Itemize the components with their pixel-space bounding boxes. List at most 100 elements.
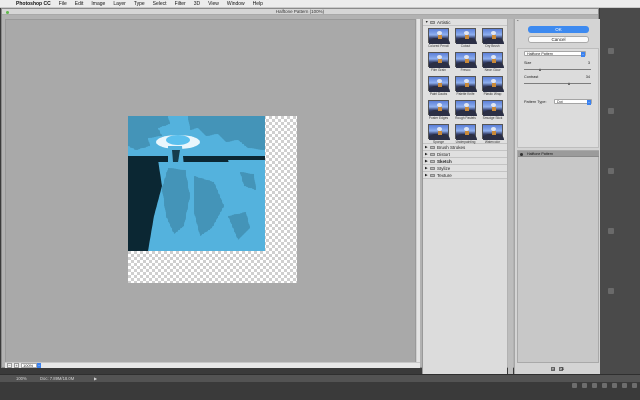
folder-icon bbox=[430, 20, 435, 24]
folder-label: Brush Strokes bbox=[437, 144, 466, 150]
menu-type[interactable]: Type bbox=[134, 1, 145, 7]
filter-thumb-label: Cutout bbox=[460, 44, 471, 48]
chevron-down-icon: ⌄ bbox=[581, 52, 585, 57]
mask-icon[interactable] bbox=[592, 383, 597, 388]
delete-effect-layer-icon[interactable]: ⌫ bbox=[559, 367, 564, 371]
artistic-thumbnail-grid: Colored Pencil Cutout Dry Brush Film Gra… bbox=[423, 26, 507, 144]
cancel-button[interactable]: Cancel bbox=[528, 36, 589, 43]
filter-thumb-palette-knife[interactable]: Palette Knife bbox=[453, 75, 478, 99]
window-zoom-button-icon[interactable] bbox=[6, 10, 9, 14]
menu-window[interactable]: Window bbox=[227, 1, 245, 7]
filter-thumb-label: Colored Pencil bbox=[428, 44, 449, 48]
menu-edit[interactable]: Edit bbox=[75, 1, 84, 7]
menu-image[interactable]: Image bbox=[91, 1, 105, 7]
menu-select[interactable]: Select bbox=[153, 1, 167, 7]
zoom-level-field[interactable]: 100% bbox=[21, 363, 37, 368]
contrast-slider[interactable] bbox=[524, 81, 591, 85]
filter-thumb-label: Plastic Wrap bbox=[483, 92, 502, 96]
folder-icon bbox=[430, 166, 435, 170]
contrast-value[interactable]: 34 bbox=[580, 75, 590, 79]
filter-thumb-rough-pastels[interactable]: Rough Pastels bbox=[453, 99, 478, 123]
dialog-title: Halftone Pattern (100%) bbox=[275, 9, 325, 14]
new-layer-icon[interactable] bbox=[622, 383, 627, 388]
apple-logo-icon[interactable] bbox=[4, 1, 10, 7]
folder-sketch[interactable]: ▶ Sketch bbox=[423, 158, 507, 165]
menu-help[interactable]: Help bbox=[253, 1, 263, 7]
folder-texture[interactable]: ▶ Texture bbox=[423, 172, 507, 179]
eye-visibility-icon[interactable] bbox=[520, 152, 523, 156]
filter-thumb-poster-edges[interactable]: Poster Edges bbox=[426, 99, 451, 123]
filter-thumb-label: Palette Knife bbox=[456, 92, 475, 96]
zoom-out-button[interactable]: − bbox=[7, 363, 12, 368]
folder-icon bbox=[430, 145, 435, 149]
filter-thumb-label: Smudge Stick bbox=[482, 116, 503, 120]
pattern-type-select[interactable]: Dot ⌄ bbox=[554, 99, 592, 105]
filter-preview-thumbnail bbox=[482, 76, 504, 92]
filter-thumb-plastic-wrap[interactable]: Plastic Wrap bbox=[480, 75, 505, 99]
folder-label: Distort bbox=[437, 151, 451, 157]
folder-label: Sketch bbox=[437, 158, 452, 164]
halftone-preview-image[interactable] bbox=[128, 116, 265, 251]
menu-layer[interactable]: Layer bbox=[113, 1, 126, 7]
zoom-in-button[interactable]: + bbox=[14, 363, 19, 368]
size-slider[interactable] bbox=[524, 67, 591, 71]
zoom-dropdown-icon[interactable]: ⌄ bbox=[37, 363, 41, 368]
menu-app-photoshop[interactable]: Photoshop CC bbox=[16, 1, 51, 7]
folder-icon bbox=[430, 159, 435, 163]
filter-thumb-smudge-stick[interactable]: Smudge Stick bbox=[480, 99, 505, 123]
effect-layer-name: Halftone Pattern bbox=[527, 152, 553, 156]
panel-tool-icon[interactable] bbox=[608, 168, 614, 174]
folder-distort[interactable]: ▶ Distort bbox=[423, 151, 507, 158]
filter-preview-thumbnail bbox=[428, 28, 450, 44]
gallery-scrollbar[interactable] bbox=[508, 19, 513, 377]
folder-stylize[interactable]: ▶ Stylize bbox=[423, 165, 507, 172]
chevron-down-icon: ⌄ bbox=[587, 100, 591, 105]
new-effect-layer-icon[interactable]: ⊞ bbox=[551, 367, 555, 371]
panel-tool-icon[interactable] bbox=[608, 288, 614, 294]
fx-icon[interactable] bbox=[582, 383, 587, 388]
layer-actions-bar: ⊞ ⌫ bbox=[517, 366, 599, 374]
adjustment-icon[interactable] bbox=[602, 383, 607, 388]
menu-view[interactable]: View bbox=[208, 1, 219, 7]
contrast-slider-thumb[interactable] bbox=[568, 81, 571, 85]
size-slider-thumb[interactable] bbox=[539, 67, 542, 71]
filter-settings-column: ⌃ OK Cancel Halftone Pattern ⌄ Size 3 Co… bbox=[514, 19, 600, 377]
pattern-type-label: Pattern Type: bbox=[524, 100, 547, 104]
filter-preview-thumbnail bbox=[428, 124, 450, 140]
ok-button[interactable]: OK bbox=[528, 26, 589, 33]
folder-brush-strokes[interactable]: ▶ Brush Strokes bbox=[423, 144, 507, 151]
effect-layer-row[interactable]: Halftone Pattern bbox=[518, 151, 599, 157]
filter-thumb-neon-glow[interactable]: Neon Glow bbox=[480, 51, 505, 75]
filter-thumb-cutout[interactable]: Cutout bbox=[453, 27, 478, 51]
panel-tool-icon[interactable] bbox=[608, 48, 614, 54]
filter-type-select[interactable]: Halftone Pattern ⌄ bbox=[524, 51, 586, 57]
filter-preview-thumbnail bbox=[455, 76, 477, 92]
trash-icon[interactable] bbox=[632, 383, 637, 388]
folder-artistic[interactable]: ▼ Artistic bbox=[423, 19, 507, 26]
folder-icon[interactable] bbox=[612, 383, 617, 388]
photoshop-side-panel bbox=[600, 8, 640, 374]
filter-thumb-dry-brush[interactable]: Dry Brush bbox=[480, 27, 505, 51]
filter-preview-thumbnail bbox=[428, 76, 450, 92]
filter-thumb-film-grain[interactable]: Film Grain bbox=[426, 51, 451, 75]
filter-thumb-fresco[interactable]: Fresco bbox=[453, 51, 478, 75]
filter-thumb-paint-daubs[interactable]: Paint Daubs bbox=[426, 75, 451, 99]
filter-preview-thumbnail bbox=[455, 28, 477, 44]
panel-tool-icon[interactable] bbox=[608, 228, 614, 234]
folder-label: Artistic bbox=[437, 19, 451, 25]
menu-file[interactable]: File bbox=[59, 1, 67, 7]
link-layers-icon[interactable] bbox=[572, 383, 577, 388]
filter-type-value: Halftone Pattern bbox=[527, 52, 553, 56]
preview-vertical-scrollbar[interactable] bbox=[416, 19, 420, 363]
preview-canvas[interactable] bbox=[5, 19, 416, 363]
filter-settings-panel: Halftone Pattern ⌄ Size 3 Contrast 34 Pa… bbox=[517, 48, 599, 148]
filter-preview-thumbnail bbox=[428, 100, 450, 116]
panel-tool-icon[interactable] bbox=[608, 108, 614, 114]
size-value[interactable]: 3 bbox=[580, 61, 590, 65]
menu-3d[interactable]: 3D bbox=[194, 1, 200, 7]
collapse-gallery-icon[interactable]: ⌃ bbox=[516, 20, 520, 24]
menu-filter[interactable]: Filter bbox=[175, 1, 186, 7]
effect-layers-panel: Halftone Pattern bbox=[517, 150, 599, 363]
filter-thumb-colored-pencil[interactable]: Colored Pencil bbox=[426, 27, 451, 51]
size-label: Size bbox=[524, 61, 532, 65]
